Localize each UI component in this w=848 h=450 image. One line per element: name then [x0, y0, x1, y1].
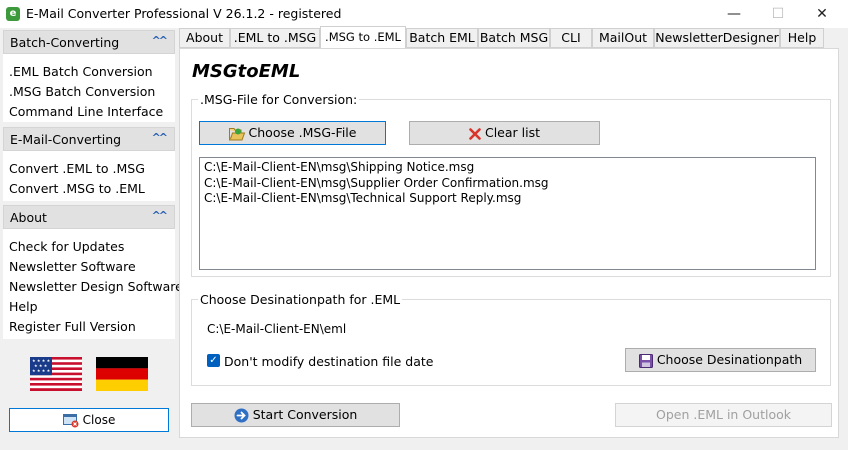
save-disk-icon: [638, 353, 653, 368]
keep-date-checkbox[interactable]: ✓: [207, 354, 220, 367]
group-title: About: [10, 210, 47, 225]
tab-batch-msg[interactable]: Batch MSG: [478, 28, 550, 48]
us-flag-icon[interactable]: ★ ★ ★ ★★ ★ ★★ ★ ★ ★: [30, 357, 82, 391]
sidebar-item-newsletter-software[interactable]: Newsletter Software: [9, 259, 136, 274]
tab-newsletter-designer[interactable]: NewsletterDesigner: [654, 28, 780, 48]
sidebar-item-eml-batch[interactable]: .EML Batch Conversion: [9, 64, 153, 79]
arrow-right-circle-icon: [234, 408, 249, 423]
sidebar-item-newsletter-design[interactable]: Newsletter Design Software: [9, 279, 183, 294]
destination-group-legend: Choose Desinationpath for .EML: [198, 292, 403, 307]
group-body-email-converting: Convert .EML to .MSG Convert .MSG to .EM…: [3, 151, 175, 201]
maximize-button[interactable]: ☐: [756, 0, 800, 28]
collapse-chevron-icon[interactable]: ^^: [152, 131, 169, 144]
msg-file-list[interactable]: C:\E-Mail-Client-EN\msg\Shipping Notice.…: [199, 157, 816, 270]
sidebar-item-msg-batch[interactable]: .MSG Batch Conversion: [9, 84, 155, 99]
close-button-label: Close: [82, 413, 116, 427]
sidebar-item-eml-to-msg[interactable]: Convert .EML to .MSG: [9, 161, 145, 176]
choose-destination-label: Choose Desinationpath: [656, 352, 803, 367]
tab-about[interactable]: About: [179, 28, 230, 48]
open-eml-outlook-button[interactable]: Open .EML in Outlook: [615, 403, 832, 427]
group-title: E-Mail-Converting: [10, 132, 122, 147]
destination-path: C:\E-Mail-Client-EN\eml: [207, 322, 347, 336]
choose-destination-button[interactable]: Choose Desinationpath: [625, 348, 816, 372]
sidebar-item-help[interactable]: Help: [9, 299, 38, 314]
list-item[interactable]: C:\E-Mail-Client-EN\msg\Supplier Order C…: [204, 176, 549, 190]
list-item[interactable]: C:\E-Mail-Client-EN\msg\Shipping Notice.…: [204, 160, 474, 174]
close-button[interactable]: Close: [9, 408, 169, 432]
choose-msg-file-label: Choose .MSG-File: [248, 125, 357, 140]
clear-list-button[interactable]: Clear list: [409, 121, 600, 145]
group-header-batch-converting[interactable]: Batch-Converting ^^: [3, 30, 175, 54]
minimize-button[interactable]: —: [712, 0, 756, 28]
germany-flag-icon[interactable]: [96, 357, 148, 391]
group-title: Batch-Converting: [10, 35, 120, 50]
sidebar-item-cli[interactable]: Command Line Interface: [9, 104, 163, 119]
collapse-chevron-icon[interactable]: ^^: [152, 209, 169, 222]
sidebar-item-msg-to-eml[interactable]: Convert .MSG to .EML: [9, 181, 145, 196]
msg-file-group: .MSG-File for Conversion: Choose .MSG-Fi…: [191, 92, 831, 277]
group-body-about: Check for Updates Newsletter Software Ne…: [3, 229, 183, 339]
destination-group: Choose Desinationpath for .EML C:\E-Mail…: [191, 292, 831, 386]
red-x-icon: [469, 127, 481, 140]
start-conversion-label: Start Conversion: [252, 407, 358, 422]
sidebar: Batch-Converting ^^ .EML Batch Conversio…: [0, 28, 183, 450]
title-bar: e E-Mail Converter Professional V 26.1.2…: [0, 0, 848, 28]
open-folder-icon: [228, 127, 245, 140]
window-title: E-Mail Converter Professional V 26.1.2 -…: [26, 6, 342, 21]
close-window-button[interactable]: ✕: [800, 0, 844, 28]
svg-text:★ ★ ★ ★: ★ ★ ★ ★: [32, 368, 51, 373]
tab-panel-msg-to-eml: MSGtoEML .MSG-File for Conversion: Choos…: [179, 48, 839, 438]
start-conversion-button[interactable]: Start Conversion: [191, 403, 400, 427]
clear-list-label: Clear list: [484, 125, 541, 140]
sidebar-item-check-updates[interactable]: Check for Updates: [9, 239, 124, 254]
page-title: MSGtoEML: [192, 61, 301, 82]
group-header-email-converting[interactable]: E-Mail-Converting ^^: [3, 127, 175, 151]
tab-batch-eml[interactable]: Batch EML: [406, 28, 478, 48]
tab-mailout[interactable]: MailOut: [592, 28, 654, 48]
choose-msg-file-button[interactable]: Choose .MSG-File: [199, 121, 386, 145]
close-window-icon: [62, 413, 79, 427]
sidebar-item-register[interactable]: Register Full Version: [9, 319, 136, 334]
list-item[interactable]: C:\E-Mail-Client-EN\msg\Technical Suppor…: [204, 191, 521, 205]
group-header-about[interactable]: About ^^: [3, 205, 175, 229]
tab-msg-to-eml[interactable]: .MSG to .EML: [320, 26, 406, 49]
group-body-batch-converting: .EML Batch Conversion .MSG Batch Convers…: [3, 54, 175, 122]
collapse-chevron-icon[interactable]: ^^: [152, 34, 169, 47]
tab-cli[interactable]: CLI: [550, 28, 592, 48]
msg-group-legend: .MSG-File for Conversion:: [198, 92, 360, 107]
tab-help[interactable]: Help: [780, 28, 824, 48]
app-icon: e: [6, 7, 20, 21]
keep-date-label[interactable]: Don't modify destination file date: [224, 354, 434, 369]
tab-eml-to-msg[interactable]: .EML to .MSG: [230, 28, 320, 48]
